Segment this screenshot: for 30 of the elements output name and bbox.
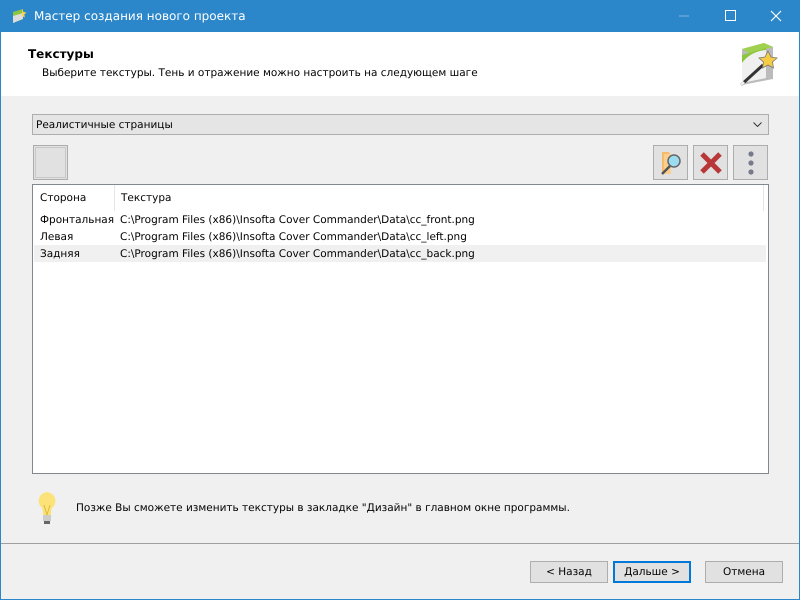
table-cell-text: Фронтальная [39,214,115,226]
table-cell-text: C:\Program Files (x86)\Insofta Cover Commander\Data\cc_back.png [119,248,475,260]
lightbulb-icon [37,491,57,525]
table-cell-text: C:\Program Files (x86)\Insofta Cover Commander\Data\cc_left.png [119,230,467,242]
column-header[interactable]: Сторона [34,185,115,211]
hint-text: Позже Вы сможете изменить текстуры в закладке "Дизайн" в главном окне программы. [76,502,570,514]
folder-search-icon [658,150,682,176]
page-title: Текстуры [28,47,95,61]
wizard-button[interactable]: Отмена [705,560,783,582]
table-cell-text: C:\Program Files (x86)\Insofta Cover Commander\Data\cc_front.png [119,214,475,226]
table-row[interactable]: Задняя C:\Program Files (x86)\Insofta Cover Commander\Data\cc_back.png [34,245,766,262]
preview-button[interactable] [33,145,68,180]
table-cell-text: Левая [39,230,74,242]
table-cell-text: Задняя [39,248,81,260]
app-icon [11,8,27,24]
more-button[interactable] [733,145,768,180]
table-row[interactable]: Фронтальная C:\Program Files (x86)\Insofta Cover Commander\Data\cc_front.png [34,211,766,228]
chevron-icon [753,122,762,127]
window-title: Мастер создания нового проекта [34,9,247,23]
wizard-button[interactable]: < Назад [530,560,608,582]
wizard-button[interactable]: Дальше > [613,560,691,582]
table-row[interactable]: Левая C:\Program Files (x86)\Insofta Cover Commander\Data\cc_left.png [34,228,766,245]
more-icon [748,150,754,174]
delete-button[interactable] [693,145,728,180]
page-subtitle: Выберите текстуры. Тень и отражение можно настроить на следующем шаге [42,67,478,79]
wizard-icon [739,41,779,87]
browse-button[interactable] [653,145,688,180]
preset-dropdown[interactable]: Реалистичные страницы [32,114,769,135]
close-icon [698,150,722,174]
column-header[interactable]: Текстура [115,185,764,211]
